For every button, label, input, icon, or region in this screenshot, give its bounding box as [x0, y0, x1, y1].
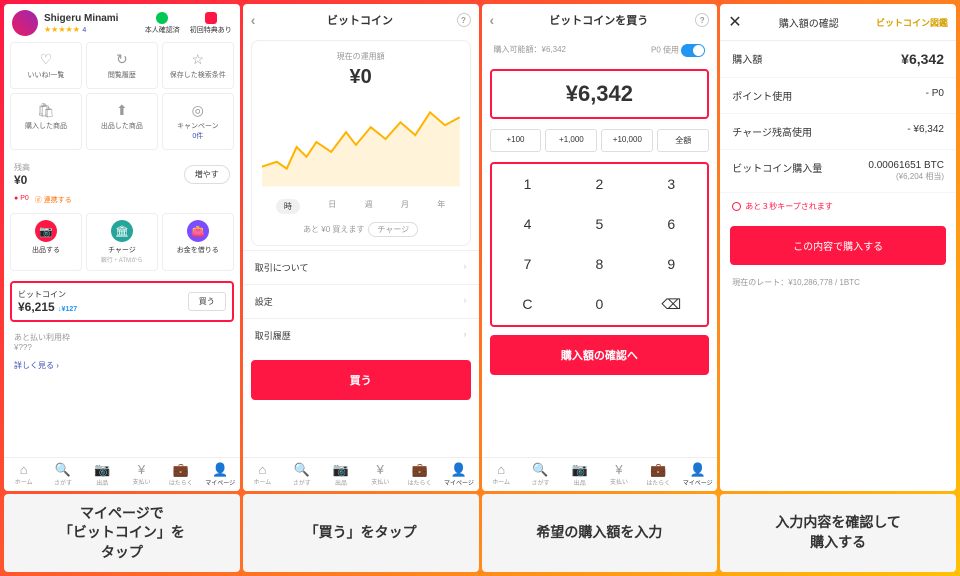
bitcoin-box[interactable]: ビットコイン¥6,215 ↓¥127 買う	[10, 281, 234, 322]
tile-history[interactable]: ↻閲覧履歴	[86, 42, 158, 89]
wallet-icon: 👛	[187, 220, 209, 242]
tile-likes[interactable]: ♡いいね!一覧	[10, 42, 82, 89]
period-hour[interactable]: 時	[276, 199, 300, 214]
key-7[interactable]: 7	[492, 244, 564, 284]
price-chart	[262, 97, 460, 187]
list-item-action[interactable]: 📷出品する	[10, 213, 82, 271]
camera-icon: 📷	[35, 220, 57, 242]
period-week[interactable]: 週	[365, 199, 373, 214]
caption-4: 入力内容を確認して 購入する	[720, 494, 956, 572]
tile-listed[interactable]: ⬆出品した商品	[86, 93, 158, 150]
yen-icon: ¥	[122, 462, 161, 477]
back-icon[interactable]: ‹	[490, 12, 495, 28]
charge-button[interactable]: チャージ	[368, 222, 418, 237]
points-badge: ● P0	[14, 195, 29, 205]
tile-purchased[interactable]: 🛍購入した商品	[10, 93, 82, 150]
borrow-action[interactable]: 👛お金を借りる	[162, 213, 234, 271]
user-icon: 👤	[200, 462, 239, 478]
logo: ビットコイン図鑑	[876, 16, 948, 29]
period-year[interactable]: 年	[437, 199, 445, 214]
purchase-button[interactable]: この内容で購入する	[730, 226, 946, 265]
home-icon: ⌂	[4, 462, 43, 477]
chip-10000[interactable]: +10,000	[601, 129, 653, 152]
key-8[interactable]: 8	[563, 244, 635, 284]
key-backspace[interactable]: ⌫	[635, 284, 707, 325]
key-0[interactable]: 0	[563, 284, 635, 325]
key-9[interactable]: 9	[635, 244, 707, 284]
bonus-icon	[205, 12, 217, 24]
grow-button[interactable]: 増やす	[184, 165, 230, 184]
rating-stars: ★★★★★	[44, 25, 80, 34]
search-icon: 🔍	[43, 462, 82, 478]
history-link[interactable]: 取引履歴›	[243, 318, 479, 352]
key-clear[interactable]: C	[492, 284, 564, 325]
amount-display: ¥6,342	[490, 69, 710, 119]
help-icon[interactable]: ?	[695, 13, 709, 27]
key-5[interactable]: 5	[563, 204, 635, 244]
period-month[interactable]: 月	[401, 199, 409, 214]
bank-icon: 🏛	[111, 220, 133, 242]
key-2[interactable]: 2	[563, 164, 635, 204]
tile-saved[interactable]: ☆保存した検索条件	[162, 42, 234, 89]
close-icon[interactable]: ✕	[728, 12, 741, 32]
charge-action[interactable]: 🏛チャージ銀行・ATMから	[86, 213, 158, 271]
chip-100[interactable]: +100	[490, 129, 542, 152]
bottom-nav: ⌂ホーム 🔍さがす 📷出品 ¥支払い 💼はたらく 👤マイページ	[4, 457, 240, 491]
key-3[interactable]: 3	[635, 164, 707, 204]
camera-icon: 📷	[83, 462, 122, 478]
verified-icon	[156, 12, 168, 24]
caption-1: マイページで 「ビットコイン」を タップ	[4, 494, 240, 572]
link-account[interactable]: ⓓ 連携する	[35, 195, 72, 205]
tile-campaign[interactable]: ◎キャンペーン0件	[162, 93, 234, 150]
po-toggle[interactable]	[681, 44, 705, 57]
caption-3: 希望の購入額を入力	[482, 494, 718, 572]
key-1[interactable]: 1	[492, 164, 564, 204]
chip-1000[interactable]: +1,000	[545, 129, 597, 152]
buy-button[interactable]: 買う	[251, 360, 471, 400]
avatar[interactable]	[12, 10, 38, 36]
period-day[interactable]: 日	[328, 199, 336, 214]
keypad: 123 456 789 C0⌫	[490, 162, 710, 327]
more-link[interactable]: 詳しく見る ›	[4, 358, 240, 373]
help-icon[interactable]: ?	[457, 13, 471, 27]
buy-small-button[interactable]: 買う	[188, 292, 226, 311]
about-trading[interactable]: 取引について›	[243, 250, 479, 284]
key-6[interactable]: 6	[635, 204, 707, 244]
key-4[interactable]: 4	[492, 204, 564, 244]
chip-all[interactable]: 全額	[657, 129, 709, 152]
username[interactable]: Shigeru Minami	[44, 13, 118, 24]
settings-link[interactable]: 設定›	[243, 284, 479, 318]
work-icon: 💼	[161, 462, 200, 478]
caption-2: 「買う」をタップ	[243, 494, 479, 572]
confirm-amount-button[interactable]: 購入額の確認へ	[490, 335, 710, 375]
timer-icon	[732, 202, 741, 211]
back-icon[interactable]: ‹	[251, 12, 256, 28]
